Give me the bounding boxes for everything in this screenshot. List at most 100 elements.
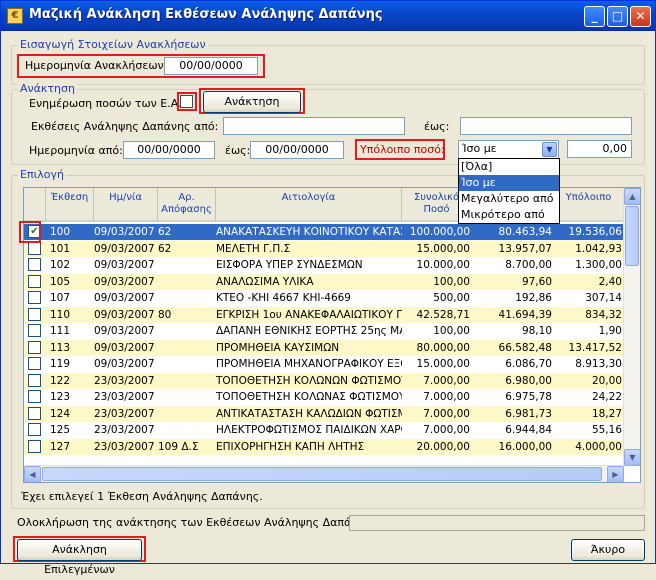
- cell-report: 125: [50, 424, 71, 436]
- vertical-scrollbar[interactable]: ▲ ▼: [623, 188, 640, 466]
- reports-from-field[interactable]: [223, 117, 405, 135]
- table-row[interactable]: 113 09/03/2007 ΠΡΟΜΗΘΕΙΑ ΚΑΥΣΙΜΩΝ 80.000,00…: [24, 339, 624, 356]
- cell-report: 127: [50, 440, 71, 453]
- balance-option[interactable]: Μικρότερο από: [459, 207, 559, 223]
- balance-option[interactable]: [Όλα]: [459, 159, 559, 175]
- cell-balance: 1.300,00: [575, 259, 622, 271]
- cell-reason: ΕΠΙΧΟΡΗΓΗΣΗ ΚΑΠΗ ΛΗΤΗΣ: [216, 440, 365, 453]
- vertical-scroll-thumb[interactable]: [625, 206, 639, 266]
- close-button[interactable]: ✕: [630, 6, 651, 27]
- table-row[interactable]: 111 09/03/2007 ΔΑΠΑΝΗ ΕΘΝΙΚΗΣ ΕΟΡΤΗΣ 25ης …: [24, 323, 624, 339]
- cell-total: 42.528,71: [416, 308, 470, 321]
- row-checkbox[interactable]: [28, 340, 41, 354]
- table-row[interactable]: 125 23/03/2007 ΗΛΕΚΤΡΟΦΩΤΙΣΜΟΣ ΠΑΙΔΙΚΩΝ ΧΑ…: [24, 422, 624, 438]
- reports-grid[interactable]: Έκθεση Ημ/νία Αρ. Απόφασης Αιτιολογία Συ…: [23, 187, 641, 483]
- recall-date-field[interactable]: 00/00/0000: [164, 57, 258, 75]
- scroll-up-icon[interactable]: ▲: [624, 188, 640, 205]
- date-from-field[interactable]: 00/00/0000: [123, 141, 215, 159]
- cell-report: 124: [50, 407, 71, 420]
- balance-option[interactable]: Μεγαλύτερο από: [459, 191, 559, 207]
- cell-decision: [158, 422, 216, 438]
- cell-paid: 97,60: [521, 275, 552, 288]
- scroll-down-icon[interactable]: ▼: [624, 449, 640, 466]
- balance-select[interactable]: Ίσο με ▼: [458, 140, 559, 159]
- table-row[interactable]: 119 09/03/2007 ΠΡΟΜΗΘΕΙΑ ΜΗΧΑΝΟΓΡΑΦΙΚΟΥ ΕΞ…: [24, 356, 624, 372]
- table-row[interactable]: 124 23/03/2007 ΑΝΤΙΚΑΤΑΣΤΑΣΗ ΚΑΛΩΔΙΩΝ ΦΩΤΙ…: [24, 405, 624, 422]
- table-row[interactable]: 105 09/03/2007 ΑΝΑΛΩΣΙΜΑ ΥΛΙΚΑ 100,00 97,60 2…: [24, 273, 624, 290]
- table-row[interactable]: 107 09/03/2007 ΚΤΕΟ -ΚΗΙ 4667 ΚΗΙ-4669 500,…: [24, 290, 624, 306]
- cell-balance: 307,14: [585, 292, 622, 304]
- header-report[interactable]: Έκθεση: [46, 188, 94, 222]
- table-row[interactable]: 122 23/03/2007 ΤΟΠΟΘΕΤΗΣΗ ΚΟΛΩΝΩΝ ΦΩΤΙΣΜΟΥ…: [24, 372, 624, 389]
- cell-total: 100,00: [433, 325, 470, 337]
- cell-report: 110: [50, 308, 71, 321]
- cell-total: 100.000,00: [409, 226, 470, 238]
- cell-date: 09/03/2007: [94, 259, 155, 271]
- table-row[interactable]: 123 23/03/2007 ΤΟΠΟΘΕΤΗΣΗ ΚΟΛΩΝΑΣ ΦΩΤΙΣΜΟΥ…: [24, 389, 624, 405]
- cell-balance: 13.417,52: [568, 341, 622, 354]
- balance-option-selected[interactable]: Ίσο με: [459, 175, 559, 191]
- cell-total: 7.000,00: [423, 374, 470, 387]
- minimize-button[interactable]: _: [584, 6, 605, 27]
- table-row[interactable]: 110 09/03/2007 80 ΕΓΚΡΙΣΗ 1ου ΑΝΑΚΕΦΑΛΑΙΩΤΙ…: [24, 306, 624, 323]
- cell-decision: [158, 373, 216, 389]
- cell-date: 09/03/2007: [94, 308, 155, 321]
- header-balance[interactable]: Υπόλοιπο: [554, 188, 624, 222]
- table-row[interactable]: 101 09/03/2007 62 ΜΕΛΕΤΗ Γ.Π.Σ 15.000,00 13.9…: [24, 240, 624, 257]
- cell-report: 119: [50, 358, 71, 370]
- scroll-right-icon[interactable]: ▶: [607, 466, 624, 482]
- maximize-button[interactable]: □: [607, 6, 628, 27]
- table-row[interactable]: 102 09/03/2007 ΕΙΣΦΟΡΑ ΥΠΕΡ ΣΥΝΔΕΣΜΩΝ 10.00…: [24, 257, 624, 273]
- title-bar[interactable]: € Μαζική Ανάκληση Εκθέσεων Ανάληψης Δαπά…: [1, 1, 655, 31]
- row-checkbox[interactable]: [28, 406, 41, 420]
- balance-label: Υπόλοιπο ποσό:: [360, 143, 445, 156]
- cell-total: 15.000,00: [416, 242, 470, 255]
- cell-decision: 109 Δ.Σ: [158, 440, 199, 453]
- row-checkbox[interactable]: [28, 390, 41, 403]
- cancel-button[interactable]: Άκυρο: [571, 539, 645, 561]
- cell-report: 102: [50, 259, 71, 271]
- date-from-label: Ημερομηνία από:: [29, 144, 123, 157]
- update-amounts-checkbox[interactable]: [180, 95, 193, 108]
- balance-dropdown-list[interactable]: [Όλα] Ίσο με Μεγαλύτερο από Μικρότερο απ…: [458, 158, 560, 224]
- reports-to-label: έως:: [424, 120, 450, 133]
- cell-reason: ΑΝΑΚΑΤΑΣΚΕΥΗ ΚΟΙΝΟΤΙΚΟΥ ΚΑΤΑΣΤ: [216, 226, 402, 238]
- cell-total: 7.000,00: [423, 407, 470, 420]
- checkbox-highlight-box: [19, 221, 41, 243]
- row-checkbox[interactable]: [28, 373, 41, 387]
- row-checkbox[interactable]: [28, 439, 41, 453]
- date-to-field[interactable]: 00/00/0000: [250, 141, 344, 159]
- cell-date: 09/03/2007: [94, 341, 155, 354]
- row-checkbox[interactable]: [28, 291, 41, 304]
- row-checkbox[interactable]: [28, 423, 41, 436]
- header-date[interactable]: Ημ/νία: [94, 188, 158, 222]
- cell-date: 23/03/2007: [94, 440, 155, 453]
- reports-to-field[interactable]: [460, 117, 632, 135]
- row-checkbox[interactable]: [28, 241, 41, 255]
- header-check-column: [24, 188, 46, 222]
- table-row[interactable]: ✔ 100 09/03/2007 62 ΑΝΑΚΑΤΑΣΚΕΥΗ ΚΟΙΝΟΤΙΚΟΥ …: [24, 224, 624, 240]
- balance-amount-field[interactable]: 0,00: [567, 140, 632, 158]
- cell-decision: [158, 356, 216, 372]
- row-checkbox[interactable]: [28, 258, 41, 271]
- row-checkbox[interactable]: [28, 274, 41, 288]
- horizontal-scrollbar[interactable]: ◀ ▶: [24, 465, 624, 482]
- cell-decision: [158, 389, 216, 405]
- header-decision[interactable]: Αρ. Απόφασης: [158, 188, 216, 222]
- row-checkbox[interactable]: [28, 307, 41, 321]
- row-checkbox[interactable]: [28, 357, 41, 370]
- reports-from-label: Εκθέσεις Ανάληψης Δαπάνης από:: [31, 120, 219, 133]
- retrieve-button[interactable]: Ανάκτηση: [203, 91, 301, 113]
- recall-date-label: Ημερομηνία Ανακλήσεων:: [25, 59, 168, 72]
- row-checkbox[interactable]: [28, 324, 41, 337]
- header-reason[interactable]: Αιτιολογία: [216, 188, 402, 222]
- chevron-down-icon[interactable]: ▼: [542, 142, 557, 157]
- table-row[interactable]: 127 23/03/2007 109 Δ.Σ ΕΠΙΧΟΡΗΓΗΣΗ ΚΑΠΗ ΛΗΤ…: [24, 438, 624, 455]
- cell-paid: 6.975,78: [505, 391, 552, 403]
- recall-selected-button[interactable]: Ανάκληση Επιλεγμένων: [17, 539, 142, 576]
- cell-decision: [158, 274, 216, 290]
- cell-decision: 62: [158, 242, 172, 255]
- scroll-left-icon[interactable]: ◀: [24, 466, 41, 482]
- horizontal-scroll-thumb[interactable]: [42, 467, 602, 481]
- cell-reason: ΜΕΛΕΤΗ Γ.Π.Σ: [216, 242, 291, 255]
